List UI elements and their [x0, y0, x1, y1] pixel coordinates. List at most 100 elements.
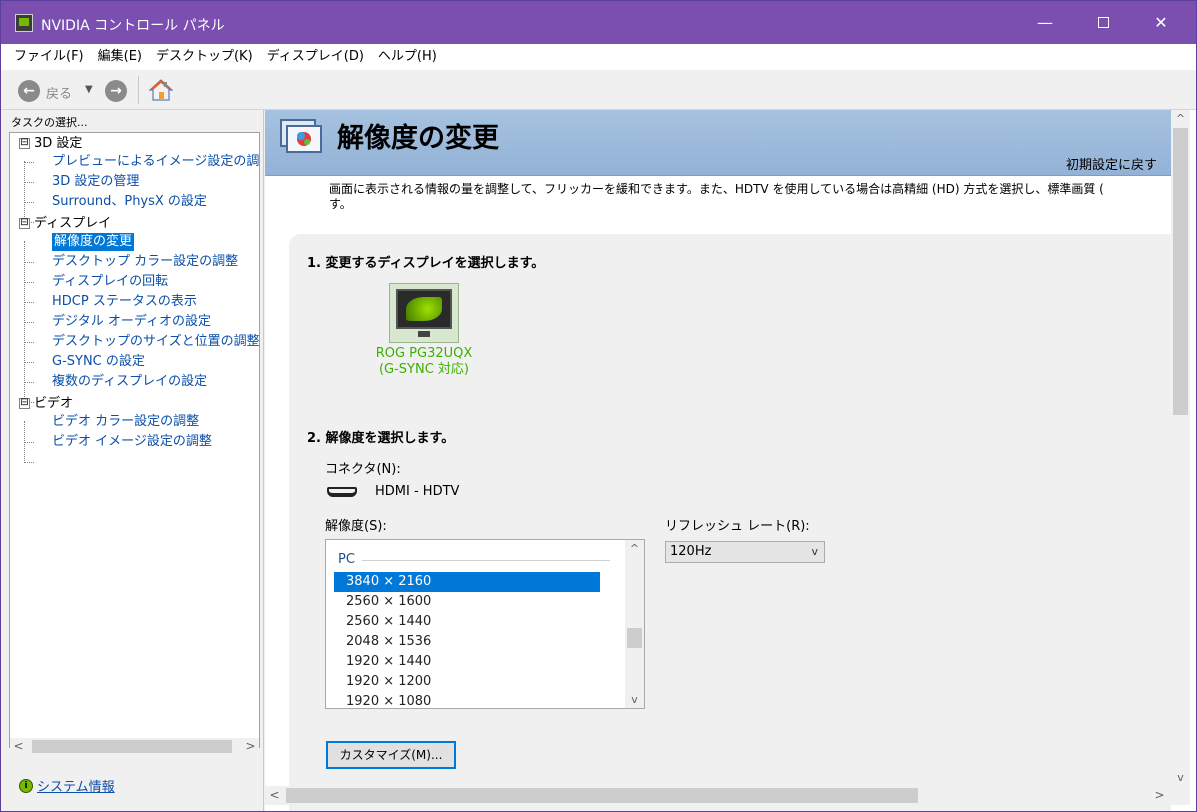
menu-file[interactable]: ファイル(F)	[7, 44, 91, 70]
scroll-down-icon[interactable]: v	[625, 691, 644, 708]
tree-item-rotate-display[interactable]: ディスプレイの回転	[52, 273, 168, 291]
expander-video[interactable]: ⊟	[19, 398, 30, 409]
tree-item-digital-audio[interactable]: デジタル オーディオの設定	[52, 313, 211, 331]
home-icon[interactable]	[149, 78, 173, 102]
group-divider	[362, 560, 610, 561]
task-tree: ⊟ 3D 設定 プレビューによるイメージ設定の調整 3D 設定の管理 Surro…	[9, 132, 260, 748]
system-info[interactable]: i システム情報	[19, 776, 115, 795]
tree-connector	[24, 162, 34, 163]
scroll-up-icon[interactable]: ^	[625, 540, 644, 557]
tree-item-video-color[interactable]: ビデオ カラー設定の調整	[52, 413, 199, 431]
scrollbar-thumb[interactable]	[627, 628, 642, 648]
system-info-icon: i	[19, 778, 33, 793]
connector-value: HDMI - HDTV	[375, 484, 460, 499]
back-button[interactable]: ←	[18, 80, 40, 102]
scrollbar-thumb[interactable]	[286, 788, 918, 803]
display-tile-rog-pg32uqx[interactable]	[389, 283, 459, 343]
connector-label: コネクタ(N):	[325, 462, 401, 477]
tree-item-manage-3d[interactable]: 3D 設定の管理	[52, 173, 139, 191]
maximize-icon	[1097, 17, 1109, 28]
scroll-down-icon[interactable]: v	[1171, 769, 1190, 786]
resolution-label: 解像度(S):	[325, 519, 387, 534]
nvidia-app-icon	[15, 14, 33, 32]
task-select-label: タスクの選択...	[11, 116, 88, 129]
refresh-rate-select[interactable]: 120Hz v	[665, 541, 825, 563]
history-dropdown-icon[interactable]: ▼	[85, 84, 93, 95]
resolution-option[interactable]: 2560 × 1600	[334, 592, 600, 612]
scrollbar-thumb[interactable]	[32, 740, 232, 753]
tree-item-gsync[interactable]: G-SYNC の設定	[52, 353, 145, 371]
forward-button[interactable]: →	[105, 80, 127, 102]
tree-item-image-preview[interactable]: プレビューによるイメージ設定の調整	[52, 153, 259, 171]
tree-category-display[interactable]: ディスプレイ	[34, 215, 111, 233]
scroll-right-icon[interactable]: >	[242, 738, 259, 755]
refresh-rate-value: 120Hz	[670, 544, 712, 559]
resolution-option[interactable]: 1920 × 1440	[334, 652, 600, 672]
resolution-option[interactable]: 2560 × 1440	[334, 612, 600, 632]
tree-item-change-resolution[interactable]: 解像度の変更	[52, 233, 135, 251]
tree-connector	[24, 382, 34, 383]
task-sidebar: タスクの選択... ⊟ 3D 設定 プレビューによるイメージ設定の調整 3D 設…	[1, 110, 264, 811]
close-button[interactable]: ✕	[1132, 1, 1190, 44]
resolution-option[interactable]: 3840 × 2160	[334, 572, 600, 592]
expander-3d-settings[interactable]: ⊟	[19, 138, 30, 149]
back-label[interactable]: 戻る	[46, 83, 72, 102]
expander-display[interactable]: ⊟	[19, 218, 30, 229]
display-capability: (G-SYNC 対応)	[378, 362, 470, 377]
menu-help[interactable]: ヘルプ(H)	[371, 44, 444, 70]
tree-connector	[24, 362, 34, 363]
page-title: 解像度の変更	[337, 123, 499, 154]
description-line: す。	[329, 197, 352, 211]
toolbar-separator	[138, 76, 139, 104]
tree-connector	[24, 182, 34, 183]
menu-edit[interactable]: 編集(E)	[91, 44, 149, 70]
page-description: 画面に表示される情報の量を調整して、フリッカーを緩和できます。また、HDTV を…	[329, 182, 1169, 212]
menu-display[interactable]: ディスプレイ(D)	[260, 44, 371, 70]
scroll-left-icon[interactable]: <	[265, 786, 284, 805]
resolution-list-scrollbar[interactable]: ^ v	[625, 540, 644, 708]
resolution-group-label: PC	[338, 552, 355, 567]
tree-item-surround-physx[interactable]: Surround、PhysX の設定	[52, 193, 207, 211]
resolution-option[interactable]: 1920 × 1080	[334, 692, 600, 708]
restore-defaults-link[interactable]: 初期設定に戻す	[1066, 154, 1157, 173]
resolution-option[interactable]: 2048 × 1536	[334, 632, 600, 652]
tree-connector	[24, 442, 34, 443]
tree-item-hdcp-status[interactable]: HDCP ステータスの表示	[52, 293, 197, 311]
scroll-up-icon[interactable]: ^	[1171, 110, 1190, 127]
maximize-button[interactable]	[1074, 1, 1132, 44]
tree-item-desktop-color[interactable]: デスクトップ カラー設定の調整	[52, 253, 238, 271]
window-title: NVIDIA コントロール パネル	[41, 18, 225, 34]
tree-item-desktop-size-position[interactable]: デスクトップのサイズと位置の調整	[52, 333, 259, 351]
resolution-option[interactable]: 1920 × 1200	[334, 672, 600, 692]
tree-category-video[interactable]: ビデオ	[34, 395, 73, 413]
resolution-list[interactable]: PC 3840 × 2160 2560 × 1600 2560 × 1440 2…	[325, 539, 645, 709]
monitor-icon	[396, 289, 452, 329]
main-content: 解像度の変更 初期設定に戻す 画面に表示される情報の量を調整して、フリッカーを緩…	[265, 110, 1196, 811]
tree-connector	[24, 342, 34, 343]
main-horizontal-scrollbar[interactable]: < >	[265, 786, 1190, 805]
main-vertical-scrollbar[interactable]: ^ v	[1171, 110, 1190, 786]
sidebar-horizontal-scrollbar[interactable]: < >	[10, 738, 259, 755]
chevron-down-icon: v	[811, 545, 818, 558]
tree-item-multiple-displays[interactable]: 複数のディスプレイの設定	[52, 373, 207, 391]
scroll-right-icon[interactable]: >	[1150, 786, 1169, 805]
tree-connector	[24, 462, 34, 463]
customize-button[interactable]: カスタマイズ(M)...	[326, 741, 456, 769]
toolbar: ← 戻る ▼ →	[1, 70, 1196, 110]
tree-category-3d-settings[interactable]: 3D 設定	[34, 135, 82, 153]
system-info-link[interactable]: システム情報	[37, 776, 115, 795]
display-name[interactable]: ROG PG32UQX (G-SYNC 対応)	[369, 346, 479, 378]
display-settings-icon	[280, 119, 322, 153]
menu-desktop[interactable]: デスクトップ(K)	[149, 44, 260, 70]
minimize-button[interactable]: —	[1016, 1, 1074, 44]
hdmi-icon	[327, 487, 357, 497]
refresh-rate-label: リフレッシュ レート(R):	[665, 519, 810, 534]
tree-connector	[24, 322, 34, 323]
tree-connector	[24, 262, 34, 263]
tree-item-video-image[interactable]: ビデオ イメージ設定の調整	[52, 433, 212, 451]
scrollbar-thumb[interactable]	[1173, 128, 1188, 415]
page-banner: 解像度の変更 初期設定に戻す	[265, 110, 1171, 176]
scroll-left-icon[interactable]: <	[10, 738, 27, 755]
tree-connector	[24, 282, 34, 283]
tree-connector	[24, 302, 34, 303]
